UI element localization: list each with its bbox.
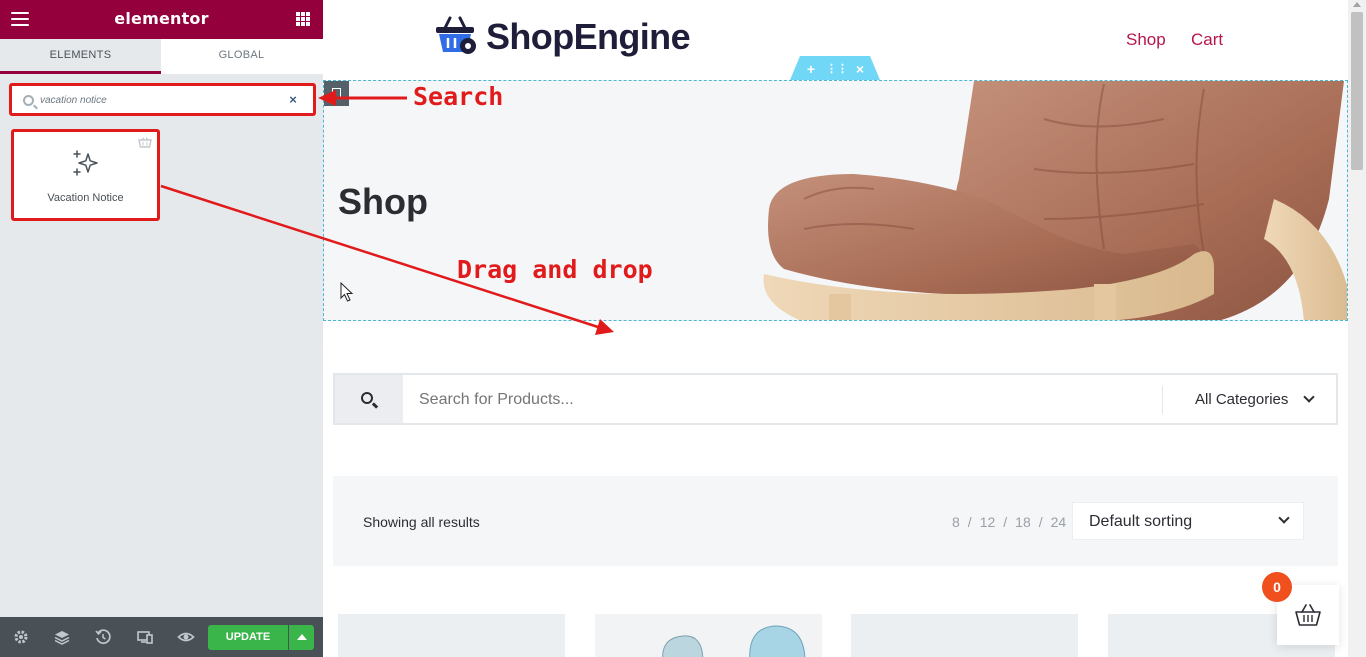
results-count: Showing all results — [363, 514, 480, 530]
search-icon — [23, 95, 34, 106]
hero-section[interactable]: Shop — [323, 80, 1348, 321]
chevron-down-icon — [1303, 391, 1315, 403]
sort-label: Default sorting — [1089, 513, 1193, 530]
delete-section-icon[interactable]: × — [851, 60, 869, 78]
mouse-cursor-icon — [340, 282, 354, 302]
per-page-8[interactable]: 8 — [952, 514, 960, 530]
hero-title: Shop — [338, 181, 428, 222]
product-card[interactable] — [595, 614, 822, 657]
widgets-grid-icon[interactable] — [296, 12, 310, 26]
per-page-separator: / — [1003, 514, 1008, 530]
history-icon[interactable] — [94, 628, 112, 646]
widget-search: × — [9, 83, 316, 116]
per-page-separator: / — [1038, 514, 1043, 530]
product-card[interactable] — [851, 614, 1078, 657]
edit-section-icon[interactable] — [324, 81, 349, 106]
search-icon — [361, 392, 373, 404]
elementor-panel: elementor ELEMENTS GLOBAL × — [0, 0, 323, 657]
elementor-logo: elementor — [114, 9, 209, 28]
product-card[interactable] — [338, 614, 565, 657]
search-submit-button[interactable] — [335, 375, 403, 423]
sparkles-icon — [73, 150, 98, 176]
drag-and-drop-annotation: Drag and drop — [457, 255, 653, 284]
cart-count-badge: 0 — [1262, 572, 1292, 602]
layers-icon[interactable] — [53, 628, 71, 646]
vacation-notice-widget[interactable]: Vacation Notice — [11, 129, 160, 221]
per-page-12[interactable]: 12 — [980, 514, 996, 530]
search-annotation: Search — [413, 82, 504, 111]
clear-search-icon[interactable]: × — [286, 92, 300, 108]
nav-shop-link[interactable]: Shop — [1126, 30, 1166, 50]
chair-image — [763, 81, 1347, 320]
per-page-18[interactable]: 18 — [1015, 514, 1031, 530]
product-image — [662, 625, 806, 657]
update-options-button[interactable] — [289, 625, 314, 650]
gear-icon[interactable] — [12, 628, 30, 646]
basket-gear-logo-icon — [436, 16, 476, 54]
section-handle: + ⋮⋮ × — [790, 56, 880, 80]
nav-cart-link[interactable]: Cart — [1191, 30, 1223, 50]
scroll-thumb[interactable] — [1351, 12, 1363, 170]
logo-text: ShopEngine — [486, 16, 691, 57]
sort-select[interactable]: Default sorting — [1072, 502, 1304, 540]
chevron-down-icon — [1278, 512, 1290, 524]
add-section-icon[interactable]: + — [802, 60, 820, 78]
basket-icon — [1295, 604, 1321, 626]
update-button[interactable]: UPDATE — [208, 625, 288, 650]
per-page-selector: 8 / 12 / 18 / 24 — [952, 514, 1066, 530]
tab-global[interactable]: GLOBAL — [161, 39, 322, 74]
panel-header: elementor — [0, 0, 323, 39]
shopengine-logo[interactable]: ShopEngine — [434, 14, 691, 60]
page-scrollbar[interactable] — [1348, 0, 1366, 657]
move-section-icon[interactable]: ⋮⋮ — [826, 60, 848, 78]
responsive-icon[interactable] — [136, 628, 154, 646]
per-page-separator: / — [967, 514, 972, 530]
product-search-input[interactable] — [419, 388, 1119, 412]
widget-label: Vacation Notice — [47, 192, 124, 204]
eye-icon[interactable] — [177, 628, 195, 646]
scroll-up-icon[interactable] — [1353, 2, 1361, 7]
shop-toolbar: Showing all results 8 / 12 / 18 / 24 Default s… — [333, 476, 1338, 566]
shopengine-badge-icon — [138, 137, 152, 148]
panel-tabs: ELEMENTS GLOBAL — [0, 39, 323, 74]
product-search-bar: All Categories — [333, 373, 1338, 425]
panel-footer: UPDATE — [0, 617, 323, 657]
per-page-24[interactable]: 24 — [1051, 514, 1067, 530]
tab-elements[interactable]: ELEMENTS — [0, 39, 161, 74]
widget-search-input[interactable] — [40, 90, 280, 110]
screen: elementor ELEMENTS GLOBAL × — [0, 0, 1366, 657]
search-divider — [1162, 386, 1163, 414]
category-select[interactable]: All Categories — [1195, 391, 1288, 408]
